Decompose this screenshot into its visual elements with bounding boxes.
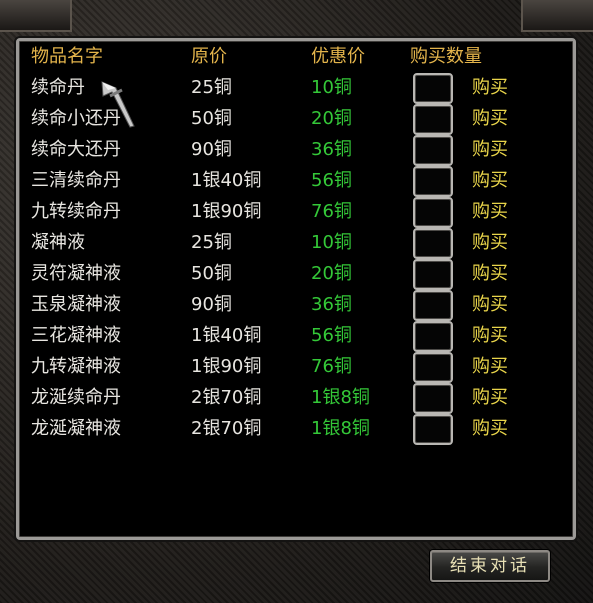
table-row: 续命大还丹 90铜 36铜 购买 <box>19 134 573 166</box>
sword-cursor-icon <box>101 81 135 128</box>
item-name: 九转续命丹 <box>31 201 121 222</box>
end-dialog-button[interactable]: 结束对话 <box>430 550 550 582</box>
header-quantity: 购买数量 <box>410 46 482 67</box>
item-discount-price: 10铜 <box>311 77 352 98</box>
item-original-price: 25铜 <box>191 232 232 253</box>
item-discount-price: 10铜 <box>311 232 352 253</box>
item-original-price: 50铜 <box>191 263 232 284</box>
item-discount-price: 36铜 <box>311 294 352 315</box>
item-discount-price: 1银8铜 <box>311 418 370 439</box>
item-discount-price: 56铜 <box>311 325 352 346</box>
buy-button[interactable]: 购买 <box>472 258 508 289</box>
item-original-price: 2银70铜 <box>191 387 262 408</box>
header-discount-price: 优惠价 <box>311 46 365 67</box>
buy-button[interactable]: 购买 <box>472 413 508 444</box>
header-item-name: 物品名字 <box>31 46 103 67</box>
quantity-input[interactable] <box>413 104 453 135</box>
item-discount-price: 76铜 <box>311 356 352 377</box>
buy-button[interactable]: 购买 <box>472 227 508 258</box>
buy-button[interactable]: 购买 <box>472 289 508 320</box>
item-discount-price: 20铜 <box>311 263 352 284</box>
quantity-input[interactable] <box>413 321 453 352</box>
table-row: 龙涎续命丹 2银70铜 1银8铜 购买 <box>19 382 573 414</box>
quantity-input[interactable] <box>413 383 453 414</box>
buy-button[interactable]: 购买 <box>472 196 508 227</box>
frame-ornament-right <box>521 0 593 32</box>
table-row: 九转续命丹 1银90铜 76铜 购买 <box>19 196 573 228</box>
quantity-input[interactable] <box>413 259 453 290</box>
item-original-price: 50铜 <box>191 108 232 129</box>
table-row: 龙涎凝神液 2银70铜 1银8铜 购买 <box>19 413 573 445</box>
buy-button[interactable]: 购买 <box>472 72 508 103</box>
table-row: 九转凝神液 1银90铜 76铜 购买 <box>19 351 573 383</box>
item-name: 灵符凝神液 <box>31 263 121 284</box>
buy-button[interactable]: 购买 <box>472 165 508 196</box>
item-discount-price: 76铜 <box>311 201 352 222</box>
item-discount-price: 36铜 <box>311 139 352 160</box>
item-name: 续命大还丹 <box>31 139 121 160</box>
item-original-price: 90铜 <box>191 139 232 160</box>
item-original-price: 90铜 <box>191 294 232 315</box>
table-row: 玉泉凝神液 90铜 36铜 购买 <box>19 289 573 321</box>
item-name: 龙涎凝神液 <box>31 418 121 439</box>
quantity-input[interactable] <box>413 135 453 166</box>
quantity-input[interactable] <box>413 166 453 197</box>
quantity-input[interactable] <box>413 228 453 259</box>
buy-button[interactable]: 购买 <box>472 382 508 413</box>
item-original-price: 1银90铜 <box>191 201 262 222</box>
item-discount-price: 56铜 <box>311 170 352 191</box>
item-original-price: 1银40铜 <box>191 170 262 191</box>
quantity-input[interactable] <box>413 197 453 228</box>
frame-ornament-left <box>0 0 72 32</box>
item-name: 玉泉凝神液 <box>31 294 121 315</box>
item-original-price: 1银40铜 <box>191 325 262 346</box>
buy-button[interactable]: 购买 <box>472 320 508 351</box>
buy-button[interactable]: 购买 <box>472 134 508 165</box>
buy-button[interactable]: 购买 <box>472 351 508 382</box>
item-name: 三清续命丹 <box>31 170 121 191</box>
table-row: 三清续命丹 1银40铜 56铜 购买 <box>19 165 573 197</box>
quantity-input[interactable] <box>413 73 453 104</box>
item-name: 凝神液 <box>31 232 85 253</box>
item-name: 九转凝神液 <box>31 356 121 377</box>
quantity-input[interactable] <box>413 352 453 383</box>
quantity-input[interactable] <box>413 414 453 445</box>
item-discount-price: 1银8铜 <box>311 387 370 408</box>
quantity-input[interactable] <box>413 290 453 321</box>
item-original-price: 1银90铜 <box>191 356 262 377</box>
item-original-price: 25铜 <box>191 77 232 98</box>
table-row: 灵符凝神液 50铜 20铜 购买 <box>19 258 573 290</box>
table-header: 物品名字 原价 优惠价 购买数量 <box>19 41 573 72</box>
item-name: 三花凝神液 <box>31 325 121 346</box>
table-row: 凝神液 25铜 10铜 购买 <box>19 227 573 259</box>
table-row: 三花凝神液 1银40铜 56铜 购买 <box>19 320 573 352</box>
item-original-price: 2银70铜 <box>191 418 262 439</box>
buy-button[interactable]: 购买 <box>472 103 508 134</box>
item-discount-price: 20铜 <box>311 108 352 129</box>
item-name: 龙涎续命丹 <box>31 387 121 408</box>
header-original-price: 原价 <box>191 46 227 67</box>
item-name: 续命丹 <box>31 77 85 98</box>
